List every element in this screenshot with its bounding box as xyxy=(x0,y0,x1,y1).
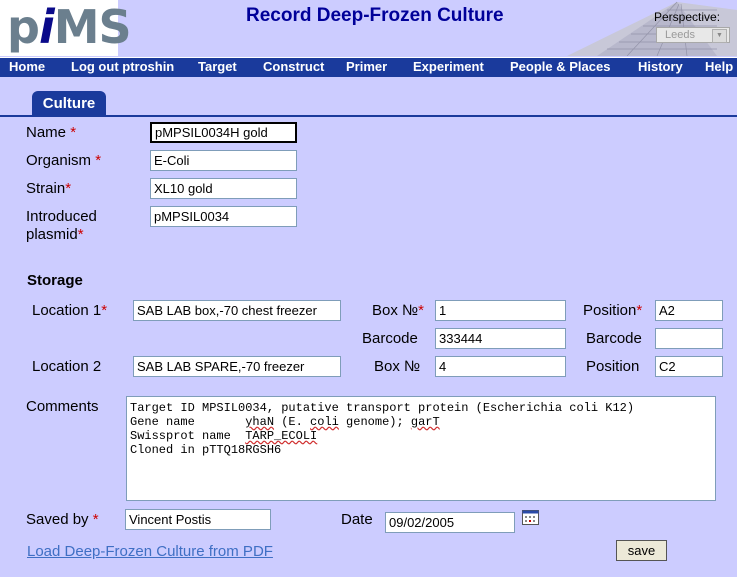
save-button[interactable]: save xyxy=(616,540,667,561)
saved-by-label: Saved by * xyxy=(26,511,99,528)
position1-input[interactable]: A2 xyxy=(655,300,723,321)
nav-people-places[interactable]: People & Places xyxy=(510,59,610,74)
load-pdf-link[interactable]: Load Deep-Frozen Culture from PDF xyxy=(27,543,273,560)
strain-label: Strain* xyxy=(26,180,72,197)
tab-culture[interactable]: Culture xyxy=(32,91,106,116)
saved-by-input[interactable]: Vincent Postis xyxy=(125,509,271,530)
organism-label: Organism * xyxy=(26,152,102,169)
box1-input[interactable]: 1 xyxy=(435,300,566,321)
plasmid-label-line2: plasmid* xyxy=(26,226,84,243)
perspective-select[interactable]: Leeds ▼ xyxy=(656,27,730,43)
nav-logout[interactable]: Log out ptroshin xyxy=(71,59,174,74)
box2-label: Box № xyxy=(374,358,421,375)
location1-input[interactable]: SAB LAB box,-70 chest freezer xyxy=(133,300,341,321)
box1-label: Box №* xyxy=(372,302,424,319)
barcode-input-right[interactable] xyxy=(655,328,723,349)
organism-input[interactable]: E-Coli xyxy=(150,150,297,171)
nav-experiment[interactable]: Experiment xyxy=(413,59,484,74)
logo-area: piMS xyxy=(0,0,132,56)
location2-input[interactable]: SAB LAB SPARE,-70 freezer xyxy=(133,356,341,377)
strain-input[interactable]: XL10 gold xyxy=(150,178,297,199)
nav-construct[interactable]: Construct xyxy=(263,59,324,74)
date-input[interactable]: 09/02/2005 xyxy=(385,512,515,533)
barcode-input-left[interactable]: 333444 xyxy=(435,328,566,349)
nav-bar: Home Log out ptroshin Target Construct P… xyxy=(0,57,737,77)
barcode-label-right: Barcode xyxy=(586,330,642,347)
barcode-label-left: Barcode xyxy=(362,330,418,347)
page-title: Record Deep-Frozen Culture xyxy=(246,5,504,26)
nav-home[interactable]: Home xyxy=(9,59,45,74)
position1-label: Position* xyxy=(583,302,643,319)
position2-label: Position xyxy=(586,358,640,375)
perspective-label: Perspective: xyxy=(654,10,721,24)
nav-primer[interactable]: Primer xyxy=(346,59,387,74)
box2-input[interactable]: 4 xyxy=(435,356,566,377)
storage-heading: Storage xyxy=(27,272,83,289)
plasmid-input[interactable]: pMPSIL0034 xyxy=(150,206,297,227)
perspective-value: Leeds xyxy=(665,29,695,41)
date-label: Date xyxy=(341,511,373,528)
name-input[interactable]: pMPSIL0034H gold xyxy=(150,122,297,143)
name-label: Name * xyxy=(26,124,77,141)
nav-history[interactable]: History xyxy=(638,59,683,74)
calendar-icon[interactable] xyxy=(522,510,539,525)
position2-input[interactable]: C2 xyxy=(655,356,723,377)
comments-textarea[interactable]: Target ID MPSIL0034, putative transport … xyxy=(126,396,716,501)
comments-label: Comments xyxy=(26,398,99,415)
nav-target[interactable]: Target xyxy=(198,59,237,74)
pims-logo: piMS xyxy=(7,0,132,54)
tab-underline xyxy=(0,115,737,117)
chevron-down-icon: ▼ xyxy=(712,29,727,43)
nav-help[interactable]: Help xyxy=(705,59,733,74)
location2-label: Location 2 xyxy=(32,358,102,375)
location1-label: Location 1* xyxy=(32,302,108,319)
plasmid-label: Introduced xyxy=(26,208,97,225)
